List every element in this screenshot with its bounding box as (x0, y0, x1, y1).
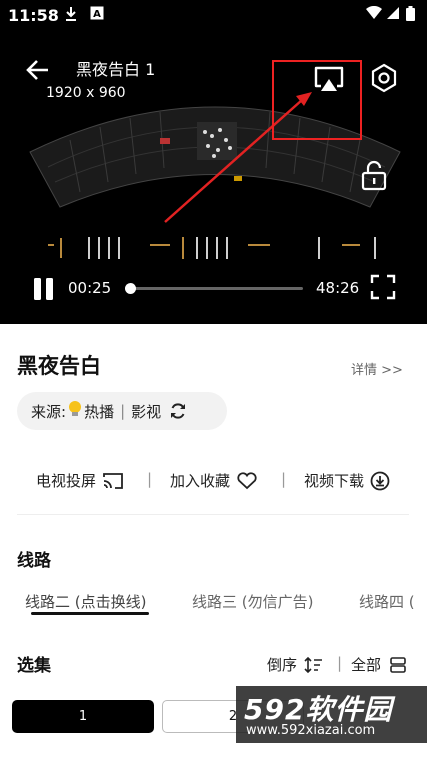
download-circle-icon (370, 471, 390, 490)
sort-icon (304, 656, 323, 673)
tv-cast-button[interactable]: 电视投屏 (36, 470, 124, 491)
current-time: 00:25 (68, 279, 112, 297)
video-player[interactable]: 黑夜告白 1 1920 x 960 00:25 48:26 (0, 32, 427, 324)
source-separator: | (120, 402, 126, 420)
tab-line-3[interactable]: 线路三 (勿信广告) (192, 591, 313, 612)
annotation-highlight-box (272, 60, 362, 140)
pause-button[interactable] (31, 276, 57, 302)
site-watermark: 592软件园 www.592xiazai.com (236, 686, 427, 743)
sort-label: 倒序 (267, 656, 298, 674)
source-switcher[interactable]: 来源: 热播 | 影视 (17, 392, 227, 430)
settings-button[interactable] (368, 62, 400, 94)
lines-heading: 线路 (17, 551, 51, 571)
episode-button-1[interactable]: 1 (12, 700, 154, 733)
source-type: 影视 (131, 402, 162, 421)
refresh-icon[interactable] (169, 402, 187, 420)
list-grid-icon (390, 656, 406, 673)
details-link[interactable]: 详情 >> (351, 359, 403, 378)
hexagon-settings-icon (371, 63, 397, 93)
seek-bar[interactable] (125, 283, 303, 294)
cast-icon (103, 472, 123, 489)
screen-lock-button[interactable] (360, 159, 388, 191)
fullscreen-button[interactable] (370, 274, 396, 300)
fullscreen-icon (370, 274, 396, 300)
episodes-heading: 选集 (17, 656, 51, 676)
battery-icon (406, 6, 415, 25)
video-resolution: 1920 x 960 (46, 85, 126, 101)
lightbulb-icon (68, 400, 82, 422)
a-notification-label: A (93, 9, 101, 20)
download-icon (64, 6, 78, 26)
a-notification-icon: A (90, 6, 104, 24)
total-time: 48:26 (316, 279, 360, 297)
active-tab-indicator (31, 612, 149, 615)
add-favorite-label: 加入收藏 (170, 472, 231, 490)
sort-button[interactable]: 倒序 (267, 654, 323, 675)
action-separator: | (147, 470, 153, 488)
tab-line-4[interactable]: 线路四 ( (359, 591, 415, 612)
watermark-url: www.592xiazai.com (246, 723, 376, 738)
all-episodes-button[interactable]: 全部 (351, 654, 407, 675)
heart-icon (237, 471, 257, 489)
show-title: 黑夜告白 (17, 354, 101, 378)
source-label: 来源: (31, 402, 67, 421)
section-divider (17, 514, 409, 515)
video-download-label: 视频下载 (304, 472, 365, 490)
status-time: 11:58 (8, 6, 59, 25)
action-bar: 电视投屏 | 加入收藏 | 视频下载 (0, 462, 427, 498)
episode-tools-separator: | (337, 654, 343, 672)
tab-line-2[interactable]: 线路二 (点击换线) (25, 591, 146, 612)
watermark-brand: 592软件园 (244, 693, 393, 726)
all-episodes-label: 全部 (351, 656, 382, 674)
wifi-icon (366, 5, 382, 24)
status-bar: 11:58 A (0, 0, 427, 32)
add-favorite-button[interactable]: 加入收藏 (170, 470, 258, 491)
source-name: 热播 (84, 402, 115, 421)
action-separator: | (281, 470, 287, 488)
back-button[interactable] (22, 54, 54, 86)
back-arrow-icon (26, 60, 48, 80)
unlock-icon (361, 160, 387, 191)
video-title: 黑夜告白 1 (76, 60, 156, 79)
pause-icon (34, 278, 53, 300)
tv-cast-label: 电视投屏 (36, 472, 97, 490)
signal-icon (386, 6, 400, 24)
video-download-button[interactable]: 视频下载 (304, 470, 390, 491)
